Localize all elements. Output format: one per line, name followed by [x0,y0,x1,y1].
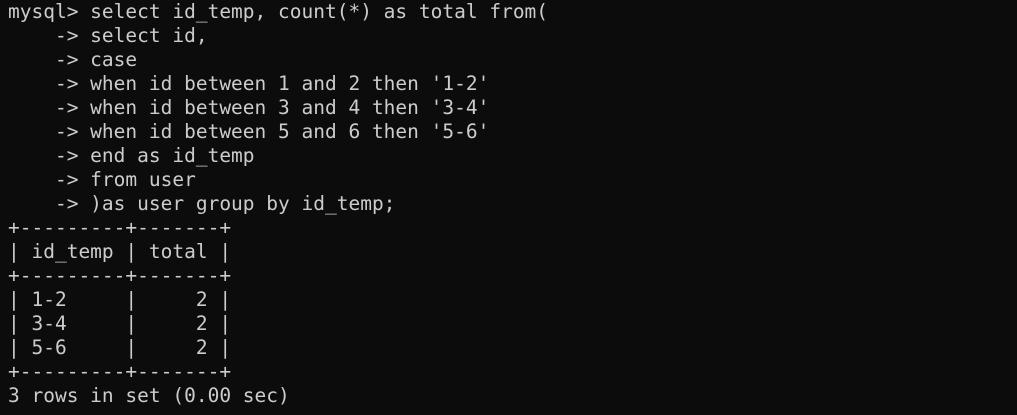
continuation-line: -> when id between 5 and 6 then '5-6' [8,120,490,143]
table-row: | 1-2 | 2 | [8,288,232,311]
continuation-line: -> end as id_temp [8,144,255,167]
table-border: +---------+-------+ [8,360,232,383]
continuation-line: -> select id, [8,24,208,47]
table-row: | 3-4 | 2 | [8,312,232,335]
continuation-line: -> )as user group by id_temp; [8,192,396,215]
terminal-window[interactable]: mysql> select id_temp, count(*) as total… [0,0,1017,415]
continuation-line: -> case [8,48,138,71]
result-summary: 3 rows in set (0.00 sec) [8,384,290,407]
prompt-line: mysql> select id_temp, count(*) as total… [8,0,549,23]
continuation-line: -> from user [8,168,196,191]
table-header-row: | id_temp | total | [8,240,232,263]
table-border: +---------+-------+ [8,216,232,239]
continuation-line: -> when id between 3 and 4 then '3-4' [8,96,490,119]
continuation-line: -> when id between 1 and 2 then '1-2' [8,72,490,95]
table-row: | 5-6 | 2 | [8,336,232,359]
table-border: +---------+-------+ [8,264,232,287]
